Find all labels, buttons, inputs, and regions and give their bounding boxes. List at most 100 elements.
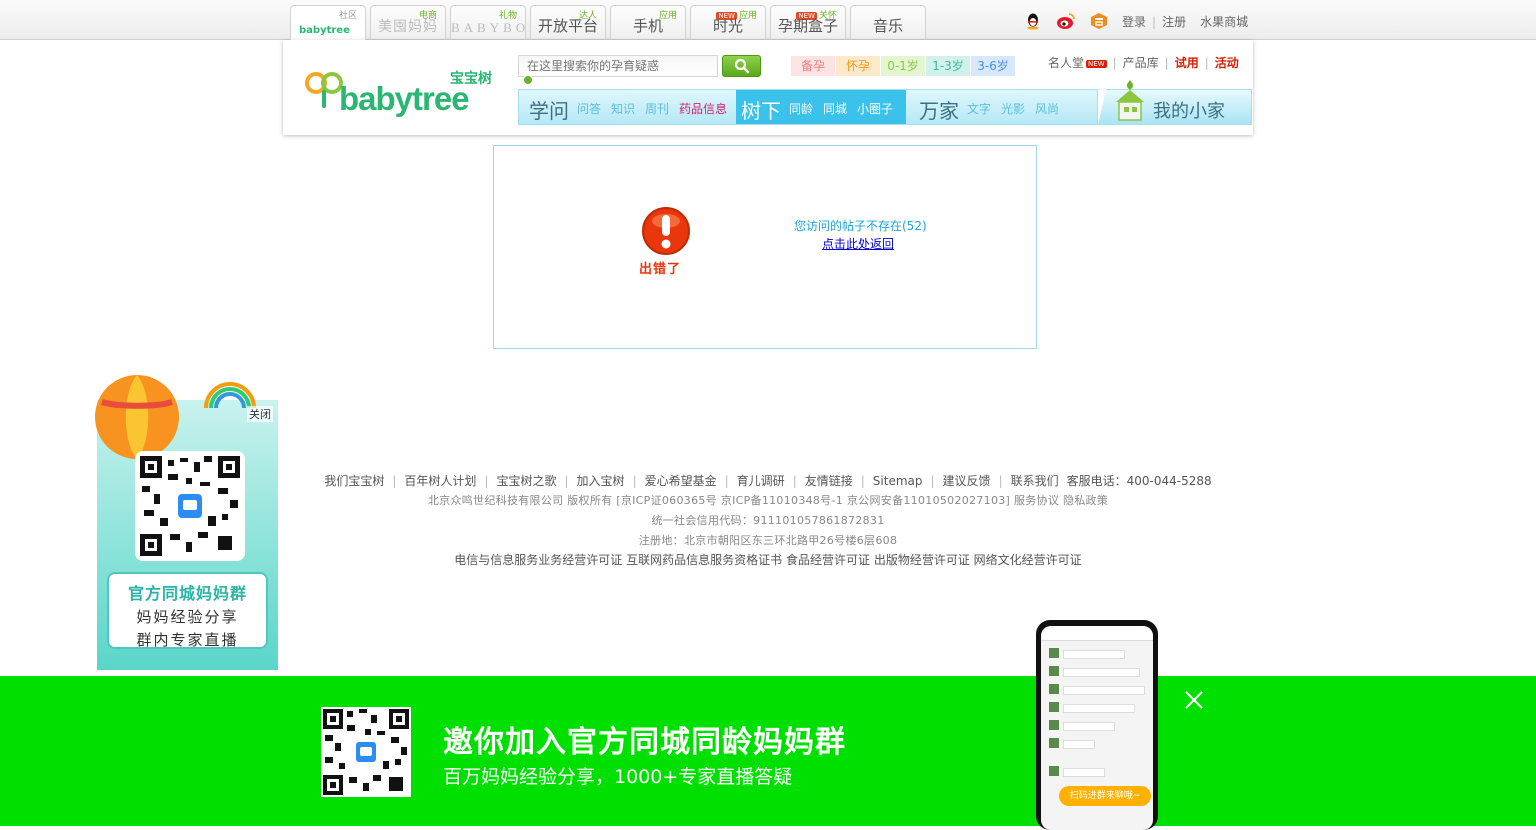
tab-label: 孕期盒子 xyxy=(777,17,838,35)
group-invite-banner[interactable]: 邀你加入官方同城同龄妈妈群 百万妈妈经验分享，1000+专家直播答疑 xyxy=(0,676,1536,826)
new-badge: NEW xyxy=(1086,59,1107,68)
stage-tab-3-6[interactable]: 3-6岁 xyxy=(971,56,1015,76)
float-ad-title: 官方同城妈妈群 xyxy=(127,584,247,603)
footer-link-friends[interactable]: 友情链接 xyxy=(805,474,853,488)
banner-title: 邀你加入官方同城同龄妈妈群 xyxy=(443,725,846,760)
nav-item-text[interactable]: 文字 xyxy=(967,100,991,117)
nav-group-families[interactable]: 万家 xyxy=(919,95,959,124)
footer-link-about[interactable]: 我们宝宝树 xyxy=(324,474,384,488)
search-input[interactable] xyxy=(518,55,718,77)
trial-link[interactable]: 试用 xyxy=(1175,56,1199,70)
brand-english-name: babytree xyxy=(339,80,470,117)
stage-tab-0-1[interactable]: 0-1岁 xyxy=(881,56,925,76)
search-button[interactable] xyxy=(722,55,761,77)
license-link[interactable]: 网络文化经营许可证 xyxy=(974,553,1082,567)
site-tab-babybox[interactable]: 礼物 BABYBOX xyxy=(450,5,543,39)
site-top-bar: 社区 babytree 电商 美囤妈妈 礼物 BABYBOX 达人 开放平台 应… xyxy=(0,0,1536,40)
site-tab-community[interactable]: 社区 babytree xyxy=(290,5,366,40)
footer-link-song[interactable]: 宝宝树之歌 xyxy=(496,474,556,488)
site-tab-music[interactable]: 音乐 xyxy=(850,5,926,39)
separator: | xyxy=(1204,56,1209,70)
nav-item-weekly[interactable]: 周刊 xyxy=(645,100,669,117)
footer-link-sitemap[interactable]: Sitemap xyxy=(873,474,923,488)
account-links: 登录 | 注册 水果商城 xyxy=(1122,13,1248,30)
weibo-icon[interactable] xyxy=(1056,12,1076,30)
stage-tab-trying[interactable]: 备孕 xyxy=(791,56,835,76)
float-ad-line1: 妈妈经验分享 xyxy=(136,608,239,626)
stage-tab-1-3[interactable]: 1-3岁 xyxy=(926,56,970,76)
tab-label: 音乐 xyxy=(872,17,903,35)
site-tab-open-platform[interactable]: 达人 开放平台 xyxy=(530,5,606,39)
tab-label: 时光 xyxy=(712,17,743,35)
product-library-link[interactable]: 产品库 xyxy=(1123,56,1159,70)
error-icon-label: 出错了 xyxy=(639,262,682,277)
qr-code-image xyxy=(135,451,245,561)
douban-icon[interactable] xyxy=(1090,12,1108,30)
fruit-mall-link[interactable]: 水果商城 xyxy=(1200,15,1248,29)
footer-link-hope-fund[interactable]: 爱心希望基金 xyxy=(645,474,717,488)
close-icon[interactable] xyxy=(1184,690,1204,710)
babytree-logo[interactable]: 宝宝树 babytree xyxy=(305,66,495,117)
phone-screen: 扫码进群来聊哦~ xyxy=(1041,626,1153,830)
nav-item-knowledge[interactable]: 知识 xyxy=(611,100,635,117)
house-icon xyxy=(1116,80,1144,121)
separator: | xyxy=(1164,56,1169,70)
stage-tab-pregnant[interactable]: 怀孕 xyxy=(836,56,880,76)
nav-item-drug-info[interactable]: 药品信息 xyxy=(679,100,727,117)
nav-group-learning[interactable]: 学问 xyxy=(529,95,569,124)
float-ad-close-button[interactable]: 关闭 xyxy=(247,406,273,422)
site-tab-time[interactable]: NEW 应用 时光 xyxy=(690,5,766,39)
tab-label: BABYBOX xyxy=(451,20,543,35)
site-header: 宝宝树 babytree 备孕 怀孕 0-1岁 1-3岁 3-6岁 名人堂NEW… xyxy=(283,40,1253,135)
separator: | xyxy=(1112,56,1117,70)
phone-bubble: 扫码进群来聊哦~ xyxy=(1059,786,1151,806)
float-ad-card: 官方同城妈妈群 妈妈经验分享 群内专家直播 xyxy=(107,572,268,649)
famous-hall-link[interactable]: 名人堂 xyxy=(1048,56,1084,70)
login-link[interactable]: 登录 xyxy=(1122,15,1146,29)
phone-mockup-image: 扫码进群来聊哦~ xyxy=(1036,620,1158,830)
tab-label: 美囤妈妈 xyxy=(378,19,438,35)
search-icon xyxy=(734,58,750,74)
register-link[interactable]: 注册 xyxy=(1162,15,1186,29)
footer-link-join[interactable]: 加入宝树 xyxy=(577,474,625,488)
hot-air-balloon-icon xyxy=(95,375,179,459)
site-tab-mobile[interactable]: 应用 手机 xyxy=(610,5,686,39)
floating-qr-ad[interactable]: 关闭 官方同城妈妈群 妈妈经验分享 群内专家直播 xyxy=(92,372,280,672)
tab-label: 开放平台 xyxy=(537,17,598,35)
exclamation-icon xyxy=(642,207,690,255)
tab-label: 手机 xyxy=(632,17,663,35)
qq-icon[interactable] xyxy=(1024,12,1042,30)
nav-group-community[interactable]: 树下 xyxy=(741,95,781,124)
float-ad-line2: 群内专家直播 xyxy=(136,631,239,649)
error-message: 您访问的帖子不存在(52) xyxy=(794,219,927,233)
footer-link-contact[interactable]: 联系我们 xyxy=(1011,474,1059,488)
nav-item-photo[interactable]: 光影 xyxy=(1001,100,1025,117)
footer-hotline: 客服电话：400-044-5288 xyxy=(1066,474,1212,488)
tab-tag: 社区 xyxy=(338,11,357,21)
main-nav: 学问 问答 知识 周刊 药品信息 树下 同龄 同城 小圈子 万家 文字 光影 风… xyxy=(518,89,1098,125)
nav-item-small-circle[interactable]: 小圈子 xyxy=(857,100,893,117)
nav-active-indicator xyxy=(523,75,533,85)
back-link[interactable]: 点击此处返回 xyxy=(822,235,894,252)
error-panel: 出错了 您访问的帖子不存在(52) 点击此处返回 xyxy=(493,145,1037,349)
license-link[interactable]: 电信与信息服务业务经营许可证 xyxy=(454,553,622,567)
events-link[interactable]: 活动 xyxy=(1215,56,1239,70)
license-link[interactable]: 出版物经营许可证 xyxy=(874,553,970,567)
my-home-label[interactable]: 我的小家 xyxy=(1153,97,1225,123)
nav-item-same-city[interactable]: 同城 xyxy=(823,100,847,117)
license-link[interactable]: 食品经营许可证 xyxy=(786,553,870,567)
separator: | xyxy=(1152,15,1157,29)
site-tab-meitun[interactable]: 电商 美囤妈妈 xyxy=(370,5,446,39)
site-tab-pregnancy-box[interactable]: NEW 关怀 孕期盒子 xyxy=(770,5,846,39)
footer-link-survey[interactable]: 育儿调研 xyxy=(737,474,785,488)
license-link[interactable]: 互联网药品信息服务资格证书 xyxy=(626,553,782,567)
banner-subtitle: 百万妈妈经验分享，1000+专家直播答疑 xyxy=(443,766,793,788)
nav-item-style[interactable]: 风尚 xyxy=(1035,100,1059,117)
babytree-mini-logo: babytree xyxy=(299,25,350,36)
nav-item-same-age[interactable]: 同龄 xyxy=(789,100,813,117)
header-right-links: 名人堂 NEW | 产品库 | 试用 | 活动 xyxy=(1048,54,1239,71)
footer-link-feedback[interactable]: 建议反馈 xyxy=(943,474,991,488)
footer-link-century-plan[interactable]: 百年树人计划 xyxy=(404,474,476,488)
nav-item-qa[interactable]: 问答 xyxy=(577,100,601,117)
qr-code-image xyxy=(321,707,411,797)
